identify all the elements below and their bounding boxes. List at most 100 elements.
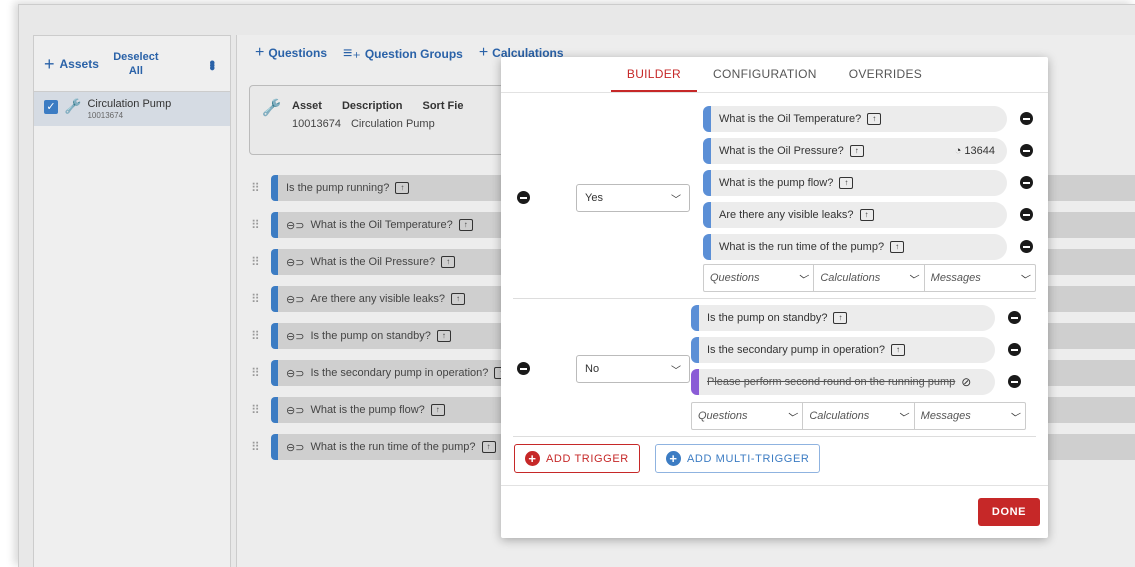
remove-item-icon[interactable] — [1020, 208, 1033, 221]
open-in-icon[interactable]: ↑ — [395, 182, 410, 194]
chevron-down-icon: ﹀ — [1008, 412, 1019, 424]
open-in-icon[interactable]: ↑ — [867, 113, 882, 125]
remove-item-icon[interactable] — [1020, 176, 1033, 189]
open-in-icon[interactable]: ↑ — [481, 441, 496, 453]
drag-handle-icon[interactable]: ⠿ — [251, 403, 271, 417]
open-in-icon[interactable]: ↑ — [833, 312, 848, 324]
question-color-bar — [271, 323, 278, 349]
remove-trigger-icon[interactable] — [517, 191, 530, 204]
trigger-value-select[interactable]: No ﹀ — [576, 355, 690, 383]
question-item[interactable]: Are there any visible leaks? ↑ — [703, 202, 1007, 228]
trigger-builder-dialog: BUILDER CONFIGURATION OVERRIDES Yes ﹀ Wha… — [501, 57, 1048, 538]
item-text-container: Is the pump on standby? ↑ — [699, 305, 995, 331]
messages-dropdown[interactable]: Messages ﹀ — [925, 265, 1035, 291]
visibility-off-icon[interactable]: ⊘ — [961, 375, 971, 389]
add-question-groups-button[interactable]: ≡₊ Question Groups — [343, 43, 463, 63]
add-assets-button[interactable]: + Assets — [44, 55, 99, 73]
open-in-icon[interactable]: ↑ — [849, 145, 864, 157]
question-color-bar — [271, 397, 278, 423]
wrench-icon: 🔧 — [262, 100, 282, 117]
checkbox-checked-icon[interactable]: ✓ — [44, 100, 58, 114]
add-questions-button[interactable]: + Questions — [255, 44, 327, 62]
remove-item-icon[interactable] — [1020, 112, 1033, 125]
open-in-icon[interactable]: ↑ — [890, 241, 905, 253]
tab-overrides[interactable]: OVERRIDES — [833, 57, 938, 92]
add-multi-trigger-button[interactable]: + ADD MULTI-TRIGGER — [655, 444, 821, 473]
asset-panel-toolbar: + Assets Deselect All ••• — [34, 36, 230, 92]
chevron-down-icon: ﹀ — [897, 412, 908, 424]
item-color-bar — [703, 170, 711, 196]
question-item[interactable]: What is the pump flow? ↑ — [703, 170, 1007, 196]
remove-item-icon[interactable] — [1020, 240, 1033, 253]
remove-item-icon[interactable] — [1020, 144, 1033, 157]
remove-item-icon[interactable] — [1008, 375, 1021, 388]
question-text: What is the Oil Pressure? — [310, 256, 436, 268]
messages-dropdown[interactable]: Messages ﹀ — [915, 403, 1025, 429]
drag-handle-icon[interactable]: ⠿ — [251, 218, 271, 232]
plus-icon: + — [44, 53, 55, 74]
open-in-icon[interactable]: ↑ — [839, 177, 854, 189]
item-badge: ◔ 13644 — [954, 145, 995, 157]
drag-handle-icon[interactable]: ⠿ — [251, 181, 271, 195]
item-color-bar — [691, 337, 699, 363]
more-options-icon[interactable]: ••• — [202, 60, 220, 68]
question-item[interactable]: Is the pump on standby? ↑ — [691, 305, 995, 331]
question-item[interactable]: Is the secondary pump in operation? ↑ — [691, 337, 995, 363]
open-in-icon[interactable]: ↑ — [436, 330, 451, 342]
asset-header: Asset — [292, 100, 322, 112]
deselect-all-button[interactable]: Deselect All — [109, 50, 163, 78]
trigger-value-select[interactable]: Yes ﹀ — [576, 184, 690, 212]
calculations-dropdown[interactable]: Calculations ﹀ — [803, 403, 915, 429]
asset-name: Circulation Pump — [87, 98, 172, 110]
remove-item-icon[interactable] — [1008, 311, 1021, 324]
drag-handle-icon[interactable]: ⠿ — [251, 440, 271, 454]
open-in-icon[interactable]: ↑ — [430, 404, 445, 416]
group-add-icon: ≡₊ — [343, 45, 361, 62]
drag-handle-icon[interactable]: ⠿ — [251, 329, 271, 343]
asset-list-item[interactable]: ✓ 🔧 Circulation Pump 10013674 — [34, 92, 230, 126]
drag-handle-icon[interactable]: ⠿ — [251, 255, 271, 269]
link-icon: ⊖⊃ — [286, 256, 305, 269]
question-color-bar — [271, 249, 278, 275]
drag-handle-icon[interactable]: ⠿ — [251, 366, 271, 380]
question-color-bar — [271, 360, 278, 386]
question-item[interactable]: What is the Oil Temperature? ↑ — [703, 106, 1007, 132]
add-trigger-button[interactable]: + ADD TRIGGER — [514, 444, 640, 473]
remove-item-icon[interactable] — [1008, 343, 1021, 356]
chevron-down-icon: ﹀ — [671, 194, 681, 206]
add-circle-icon: + — [666, 451, 681, 466]
questions-dropdown[interactable]: Questions ﹀ — [704, 265, 815, 291]
open-in-icon[interactable]: ↑ — [859, 209, 874, 221]
question-text: What is the Oil Temperature? — [310, 219, 453, 231]
item-text: What is the Oil Temperature? — [719, 113, 862, 125]
link-icon: ⊖⊃ — [286, 441, 305, 454]
question-item[interactable]: What is the run time of the pump? ↑ — [703, 234, 1007, 260]
question-color-bar — [271, 286, 278, 312]
question-item[interactable]: What is the Oil Pressure? ↑ ◔ 13644 — [703, 138, 1007, 164]
add-circle-icon: + — [525, 451, 540, 466]
done-button[interactable]: DONE — [978, 498, 1040, 526]
message-item[interactable]: Please perform second round on the runni… — [691, 369, 995, 395]
chevron-down-icon: ﹀ — [907, 274, 918, 286]
open-in-icon[interactable]: ↑ — [441, 256, 456, 268]
item-text-container: What is the pump flow? ↑ — [711, 170, 1007, 196]
trigger-no: No ﹀ Is the pump on standby? ↑ Is the secon… — [513, 299, 1036, 437]
open-in-icon[interactable]: ↑ — [890, 344, 905, 356]
question-text: Is the pump running? — [286, 182, 390, 194]
asset-value: 10013674 — [292, 118, 341, 130]
open-in-icon[interactable]: ↑ — [458, 219, 473, 231]
trigger-yes: Yes ﹀ What is the Oil Temperature? ↑ What i… — [513, 94, 1036, 299]
item-text: Are there any visible leaks? — [719, 209, 854, 221]
questions-dropdown[interactable]: Questions ﹀ — [692, 403, 804, 429]
tab-builder[interactable]: BUILDER — [610, 57, 698, 92]
tab-configuration[interactable]: CONFIGURATION — [697, 57, 833, 92]
wrench-icon: 🔧 — [64, 98, 82, 114]
dialog-tabs: BUILDER CONFIGURATION OVERRIDES — [501, 57, 1048, 93]
question-text: Is the pump on standby? — [310, 330, 431, 342]
drag-handle-icon[interactable]: ⠿ — [251, 292, 271, 306]
calculations-dropdown[interactable]: Calculations ﹀ — [814, 265, 925, 291]
remove-trigger-icon[interactable] — [517, 362, 530, 375]
chevron-down-icon: ﹀ — [671, 365, 681, 377]
open-in-icon[interactable]: ↑ — [450, 293, 465, 305]
question-text: What is the run time of the pump? — [310, 441, 476, 453]
